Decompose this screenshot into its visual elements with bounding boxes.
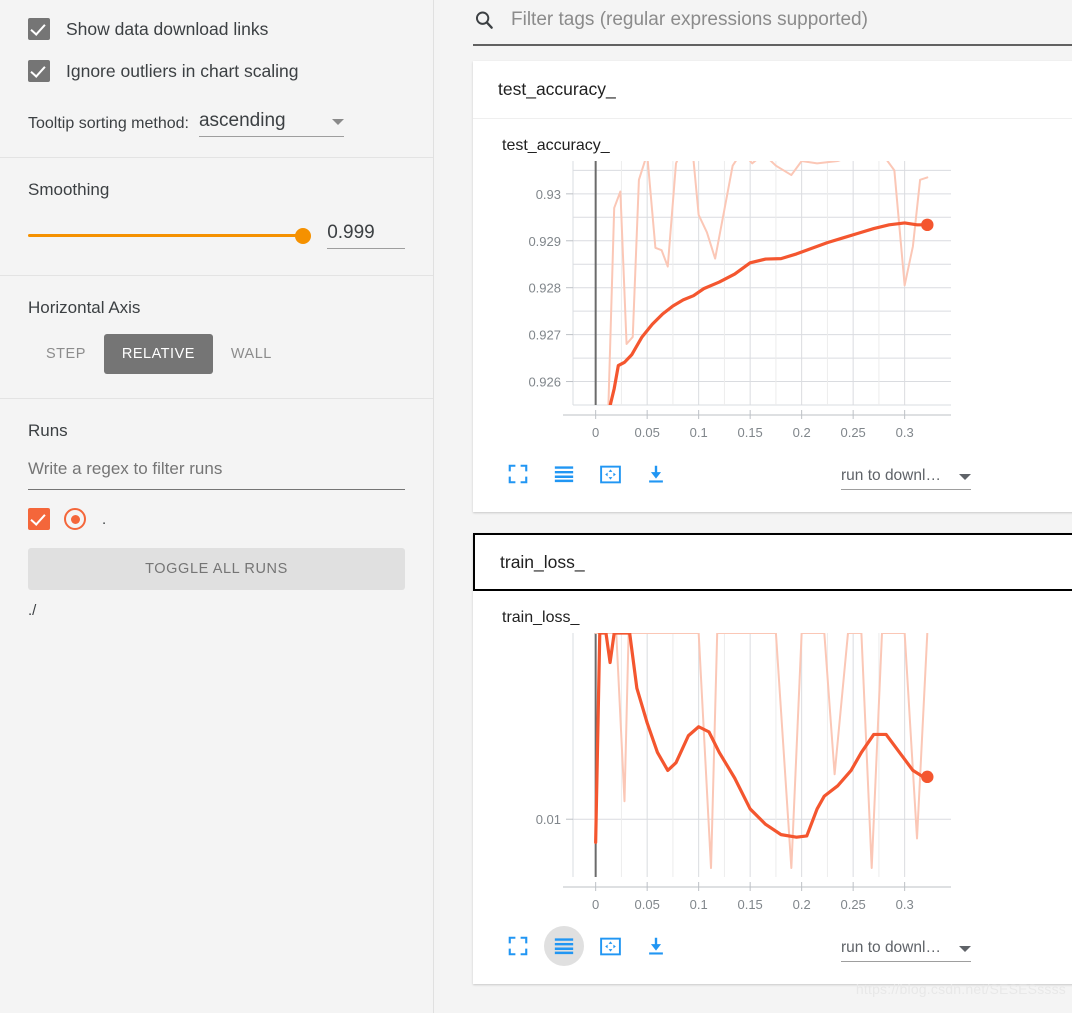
svg-text:0: 0 [592, 425, 599, 440]
checkbox-label: Ignore outliers in chart scaling [66, 60, 299, 81]
svg-text:0.15: 0.15 [737, 897, 762, 912]
chart-title-train-loss: train_loss_ [502, 609, 580, 626]
chart-toolbar-test-accuracy: run to downl… [473, 454, 1072, 512]
svg-text:0: 0 [592, 897, 599, 912]
tooltip-sorting-value: ascending [198, 110, 286, 131]
chevron-down-icon [331, 119, 344, 125]
tag-filter-input[interactable]: Filter tags (regular expressions support… [511, 9, 868, 31]
run-checkbox-icon[interactable] [28, 508, 50, 530]
runs-group: Runs Write a regex to filter runs . TOGG… [0, 399, 433, 619]
fit-domain-icon[interactable] [590, 926, 630, 966]
checkbox-label: Show data download links [66, 18, 269, 39]
tooltip-sorting-select[interactable]: ascending [198, 110, 344, 137]
slider-thumb[interactable] [295, 227, 312, 244]
toggle-all-runs-button[interactable]: TOGGLE ALL RUNS [28, 548, 405, 590]
line-chart-svg: 0.01 0 0.05 0.1 0.15 0.2 0.25 0.3 [536, 633, 951, 912]
fullscreen-icon[interactable] [498, 454, 538, 494]
card-header-test-accuracy[interactable]: test_accuracy_ [473, 61, 1072, 119]
download-icon[interactable] [636, 454, 676, 494]
run-label: . [102, 510, 107, 528]
chevron-down-icon [959, 474, 971, 480]
svg-text:0.93: 0.93 [536, 187, 561, 202]
chart-plot-train-loss[interactable]: 0.01 0 0.05 0.1 0.15 0.2 0.25 0.3 [473, 627, 1072, 926]
tooltip-sorting-row: Tooltip sorting method: ascending [28, 88, 405, 157]
runs-title: Runs [28, 421, 68, 440]
display-options-group: Show data download links Ignore outliers… [0, 0, 433, 157]
line-chart-svg: 0.926 0.927 0.928 0.929 0.93 0 0.05 0.1 0.15 0.2 0… [528, 161, 951, 440]
svg-text:0.927: 0.927 [528, 328, 561, 343]
fit-domain-icon[interactable] [590, 454, 630, 494]
run-item[interactable]: . [28, 508, 405, 530]
smoothing-group: Smoothing 0.999 [0, 158, 433, 275]
axis-option-step[interactable]: STEP [28, 334, 104, 374]
download-icon[interactable] [636, 926, 676, 966]
svg-text:0.15: 0.15 [737, 425, 762, 440]
radio-filled-icon [64, 508, 86, 530]
checkbox-ignore-outliers[interactable]: Ignore outliers in chart scaling [28, 54, 405, 88]
run-to-download-select[interactable]: run to downl… [841, 467, 971, 490]
chevron-down-icon [959, 946, 971, 952]
run-to-download-select[interactable]: run to downl… [841, 939, 971, 962]
smoothing-value-input[interactable]: 0.999 [327, 222, 405, 249]
svg-text:0.926: 0.926 [528, 375, 561, 390]
chart-card-test-accuracy: test_accuracy_ test_accuracy_ 0.926 0.927… [473, 61, 1072, 512]
chart-card-train-loss: train_loss_ train_loss_ 0.01 0 0.05 0.1 0.15… [473, 533, 1072, 984]
svg-text:0.2: 0.2 [793, 425, 811, 440]
fullscreen-icon[interactable] [498, 926, 538, 966]
horizontal-axis-button-group: STEP RELATIVE WALL [28, 334, 405, 398]
smoothing-slider[interactable] [28, 227, 312, 244]
runs-filter-input[interactable]: Write a regex to filter runs [28, 459, 405, 490]
horizontal-axis-title: Horizontal Axis [28, 298, 141, 317]
axis-option-wall[interactable]: WALL [213, 334, 290, 374]
search-icon [475, 11, 493, 29]
svg-text:0.929: 0.929 [528, 234, 561, 249]
svg-text:0.25: 0.25 [840, 425, 865, 440]
chart-title-test-accuracy: test_accuracy_ [502, 137, 610, 154]
svg-text:0.928: 0.928 [528, 281, 561, 296]
data-series-icon[interactable] [544, 454, 584, 494]
svg-text:0.3: 0.3 [896, 897, 914, 912]
svg-text:0.1: 0.1 [690, 425, 708, 440]
svg-text:0.05: 0.05 [635, 897, 660, 912]
svg-text:0.25: 0.25 [840, 897, 865, 912]
run-path-label: ./ [28, 602, 37, 619]
settings-sidebar: Show data download links Ignore outliers… [0, 0, 434, 1013]
chart-toolbar-train-loss: run to downl… [473, 926, 1072, 984]
data-series-icon[interactable] [544, 926, 584, 966]
smoothing-slider-row: 0.999 [28, 222, 405, 275]
axis-option-relative[interactable]: RELATIVE [103, 334, 213, 374]
horizontal-axis-group: Horizontal Axis STEP RELATIVE WALL [0, 276, 433, 398]
run-to-download-value: run to downl… [841, 467, 941, 484]
smoothing-title: Smoothing [28, 180, 110, 199]
svg-text:0.01: 0.01 [536, 812, 561, 827]
card-header-train-loss[interactable]: train_loss_ [473, 533, 1072, 591]
svg-text:0.2: 0.2 [793, 897, 811, 912]
svg-text:0.3: 0.3 [896, 425, 914, 440]
chart-plot-test-accuracy[interactable]: 0.926 0.927 0.928 0.929 0.93 0 0.05 0.1 0.15 0.2 0… [473, 155, 1072, 454]
tag-filter-bar[interactable]: Filter tags (regular expressions support… [473, 0, 1072, 46]
checkbox-show-data-download-links[interactable]: Show data download links [28, 12, 405, 46]
watermark-text: https://blog.csdn.net/SESESssss [855, 981, 1066, 997]
svg-text:0.05: 0.05 [635, 425, 660, 440]
tensorboard-scalars-page: Show data download links Ignore outliers… [0, 0, 1072, 1013]
svg-text:0.1: 0.1 [690, 897, 708, 912]
scalars-main-panel: Filter tags (regular expressions support… [435, 0, 1072, 1013]
run-to-download-value: run to downl… [841, 939, 941, 956]
checkbox-icon[interactable] [28, 60, 50, 82]
checkbox-icon[interactable] [28, 18, 50, 40]
tooltip-sorting-label: Tooltip sorting method: [28, 115, 189, 132]
